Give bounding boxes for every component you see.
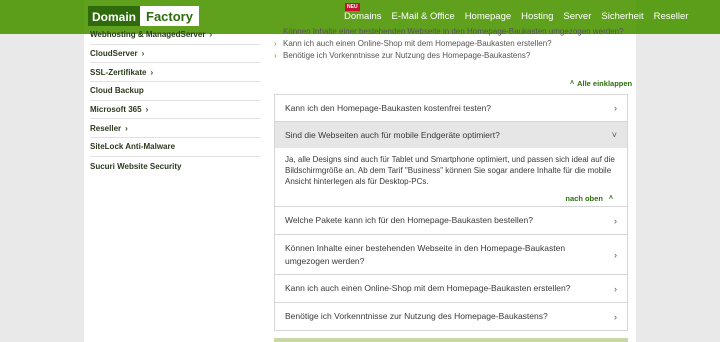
chevron-right-icon: › (145, 105, 149, 115)
chevron-right-icon: › (141, 49, 145, 59)
faq-accordion: Kann ich den Homepage-Baukasten kostenfr… (274, 94, 628, 331)
chevron-right-icon: › (614, 249, 617, 260)
nav-homepage[interactable]: Homepage (465, 11, 511, 22)
sidebar-item-sucuri[interactable]: Sucuri Website Security (90, 157, 260, 176)
nav-sicherheit[interactable]: Sicherheit (601, 11, 643, 22)
faq-question-row[interactable]: Kann ich den Homepage-Baukasten kostenfr… (275, 95, 627, 121)
chevron-down-icon: ˅ (611, 130, 617, 140)
faq-question: Kann ich den Homepage-Baukasten kostenfr… (285, 102, 492, 113)
faq-item[interactable]: Können Inhalte einer bestehenden Webseit… (275, 235, 627, 275)
sidebar-item-label: Webhosting & ManagedServer (90, 30, 206, 40)
faq-question-row[interactable]: Kann ich auch einen Online-Shop mit dem … (275, 275, 627, 302)
chevron-up-icon: ˄ (570, 80, 575, 87)
faq-question: Sind die Webseiten auch für mobile Endge… (285, 129, 500, 140)
sidebar-item-cloud-backup[interactable]: Cloud Backup (90, 82, 260, 101)
nav-hosting[interactable]: Hosting (521, 11, 553, 22)
page: Domain Factory NEU Domains E-Mail & Offi… (0, 0, 720, 342)
nav-server[interactable]: Server (563, 11, 591, 22)
faq-item[interactable]: Benötige ich Vorkenntnisse zur Nutzung d… (275, 303, 627, 331)
chevron-right-icon: › (274, 39, 277, 48)
logo-domain: Domain (88, 6, 141, 26)
faq-question-row[interactable]: Welche Pakete kann ich für den Homepage-… (275, 207, 627, 234)
nav-domains[interactable]: Domains (344, 11, 382, 22)
sidebar-item-reseller[interactable]: Reseller › (90, 119, 260, 139)
faq-answer: Ja, alle Designs sind auch für Tablet un… (275, 148, 627, 206)
collapse-all-label: Alle einklappen (577, 79, 633, 88)
next-section-bar (274, 338, 628, 342)
faq-question-row[interactable]: Sind die Webseiten auch für mobile Endge… (275, 122, 627, 148)
faq-question-row[interactable]: Benötige ich Vorkenntnisse zur Nutzung d… (275, 303, 627, 330)
faq-link-list: › Können Inhalte einer bestehenden Websei… (274, 26, 634, 62)
faq-link-text: Können Inhalte einer bestehenden Webseit… (283, 27, 624, 36)
new-badge: NEU (345, 3, 360, 11)
chevron-right-icon: › (274, 27, 277, 36)
faq-answer-text: Ja, alle Designs sind auch für Tablet un… (285, 155, 615, 186)
faq-item[interactable]: Kann ich auch einen Online-Shop mit dem … (275, 275, 627, 303)
sidebar-item-label: Sucuri Website Security (90, 161, 182, 171)
logo-factory: Factory (140, 6, 199, 26)
sidebar-item-microsoft-365[interactable]: Microsoft 365 › (90, 101, 260, 120)
nav-email-office[interactable]: E-Mail & Office (392, 11, 455, 22)
back-to-top-link[interactable]: nach oben ˄ (285, 193, 617, 204)
chevron-right-icon: › (209, 30, 213, 40)
logo[interactable]: Domain Factory (88, 6, 199, 26)
chevron-right-icon: › (125, 123, 128, 133)
faq-link[interactable]: › Kann ich auch einen Online-Shop mit dem… (274, 38, 634, 50)
faq-question: Können Inhalte einer bestehenden Webseit… (285, 242, 566, 266)
sidebar-item-label: CloudServer (90, 49, 138, 59)
faq-question: Welche Pakete kann ich für den Homepage-… (285, 215, 533, 225)
sidebar-item-label: Reseller (90, 123, 122, 133)
chevron-up-icon: ˄ (608, 195, 613, 202)
faq-link-text: Kann ich auch einen Online-Shop mit dem … (283, 39, 552, 48)
nav-reseller[interactable]: Reseller (654, 11, 689, 22)
back-to-top-label: nach oben (565, 194, 603, 203)
chevron-right-icon: › (614, 215, 617, 226)
sidebar-item-label: SiteLock Anti-Malware (90, 142, 176, 152)
sidebar-item-sitelock[interactable]: SiteLock Anti-Malware (90, 138, 260, 157)
faq-item[interactable]: Welche Pakete kann ich für den Homepage-… (275, 207, 627, 235)
collapse-all-button[interactable]: ˄ Alle einklappen (570, 79, 632, 88)
faq-question: Kann ich auch einen Online-Shop mit dem … (285, 283, 571, 293)
chevron-right-icon: › (614, 283, 617, 294)
sidebar: Webhosting & ManagedServer › CloudServer ›… (90, 26, 260, 176)
faq-link[interactable]: › Benötige ich Vorkenntnisse zur Nutzung … (274, 50, 634, 62)
chevron-right-icon: › (274, 51, 277, 60)
sidebar-item-ssl[interactable]: SSL-Zertifikate › (90, 63, 260, 83)
main-nav: Domains E-Mail & Office Homepage Hosting… (344, 11, 698, 22)
faq-item[interactable]: Kann ich den Homepage-Baukasten kostenfr… (275, 95, 627, 122)
sidebar-item-webhosting[interactable]: Webhosting & ManagedServer › (90, 26, 260, 45)
left-margin (0, 0, 84, 342)
faq-question: Benötige ich Vorkenntnisse zur Nutzung d… (285, 311, 548, 321)
sidebar-item-label: SSL-Zertifikate (90, 67, 147, 77)
faq-question-row[interactable]: Können Inhalte einer bestehenden Webseit… (275, 235, 627, 274)
sidebar-item-label: Cloud Backup (90, 86, 144, 96)
faq-item-open[interactable]: Sind die Webseiten auch für mobile Endge… (275, 122, 627, 207)
sidebar-item-cloudserver[interactable]: CloudServer › (90, 45, 260, 64)
chevron-right-icon: › (150, 67, 154, 77)
chevron-right-icon: › (614, 311, 617, 322)
logo-domain-text: Domain (92, 10, 137, 24)
faq-link[interactable]: › Können Inhalte einer bestehenden Websei… (274, 26, 634, 38)
faq-link-text: Benötige ich Vorkenntnisse zur Nutzung d… (283, 51, 531, 60)
right-margin (636, 0, 720, 342)
chevron-right-icon: › (614, 103, 617, 113)
sidebar-item-label: Microsoft 365 (90, 105, 142, 115)
